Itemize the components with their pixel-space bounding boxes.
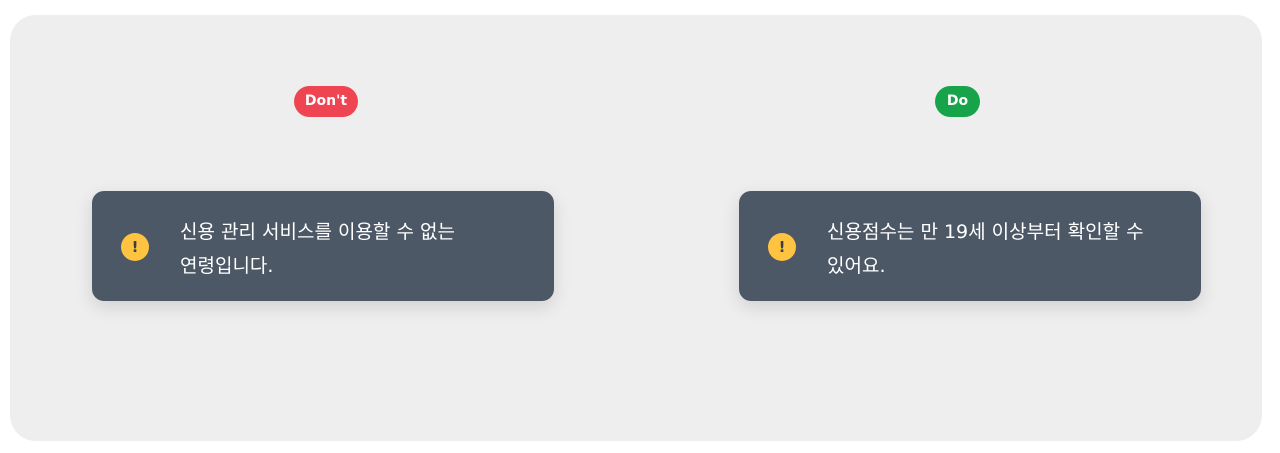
comparison-panel: Don't Do ! 신용 관리 서비스를 이용할 수 없는 연령입니다. ! … — [10, 15, 1262, 441]
dont-badge: Don't — [294, 86, 358, 117]
warning-icon: ! — [768, 233, 796, 261]
do-badge: Do — [935, 86, 980, 117]
dont-toast-line-2: 연령입니다. — [180, 255, 274, 277]
do-toast-message: 신용점수는 만 19세 이상부터 확인할 수 있어요. — [827, 215, 1167, 283]
dont-toast-message: 신용 관리 서비스를 이용할 수 없는 연령입니다. — [180, 215, 520, 283]
warning-icon: ! — [121, 233, 149, 261]
dont-toast: ! 신용 관리 서비스를 이용할 수 없는 연령입니다. — [92, 191, 554, 301]
do-toast: ! 신용점수는 만 19세 이상부터 확인할 수 있어요. — [739, 191, 1201, 301]
do-toast-line-2: 있어요. — [827, 255, 886, 277]
do-toast-line-1: 신용점수는 만 19세 이상부터 확인할 수 — [827, 221, 1144, 243]
dont-toast-line-1: 신용 관리 서비스를 이용할 수 없는 — [180, 221, 455, 243]
